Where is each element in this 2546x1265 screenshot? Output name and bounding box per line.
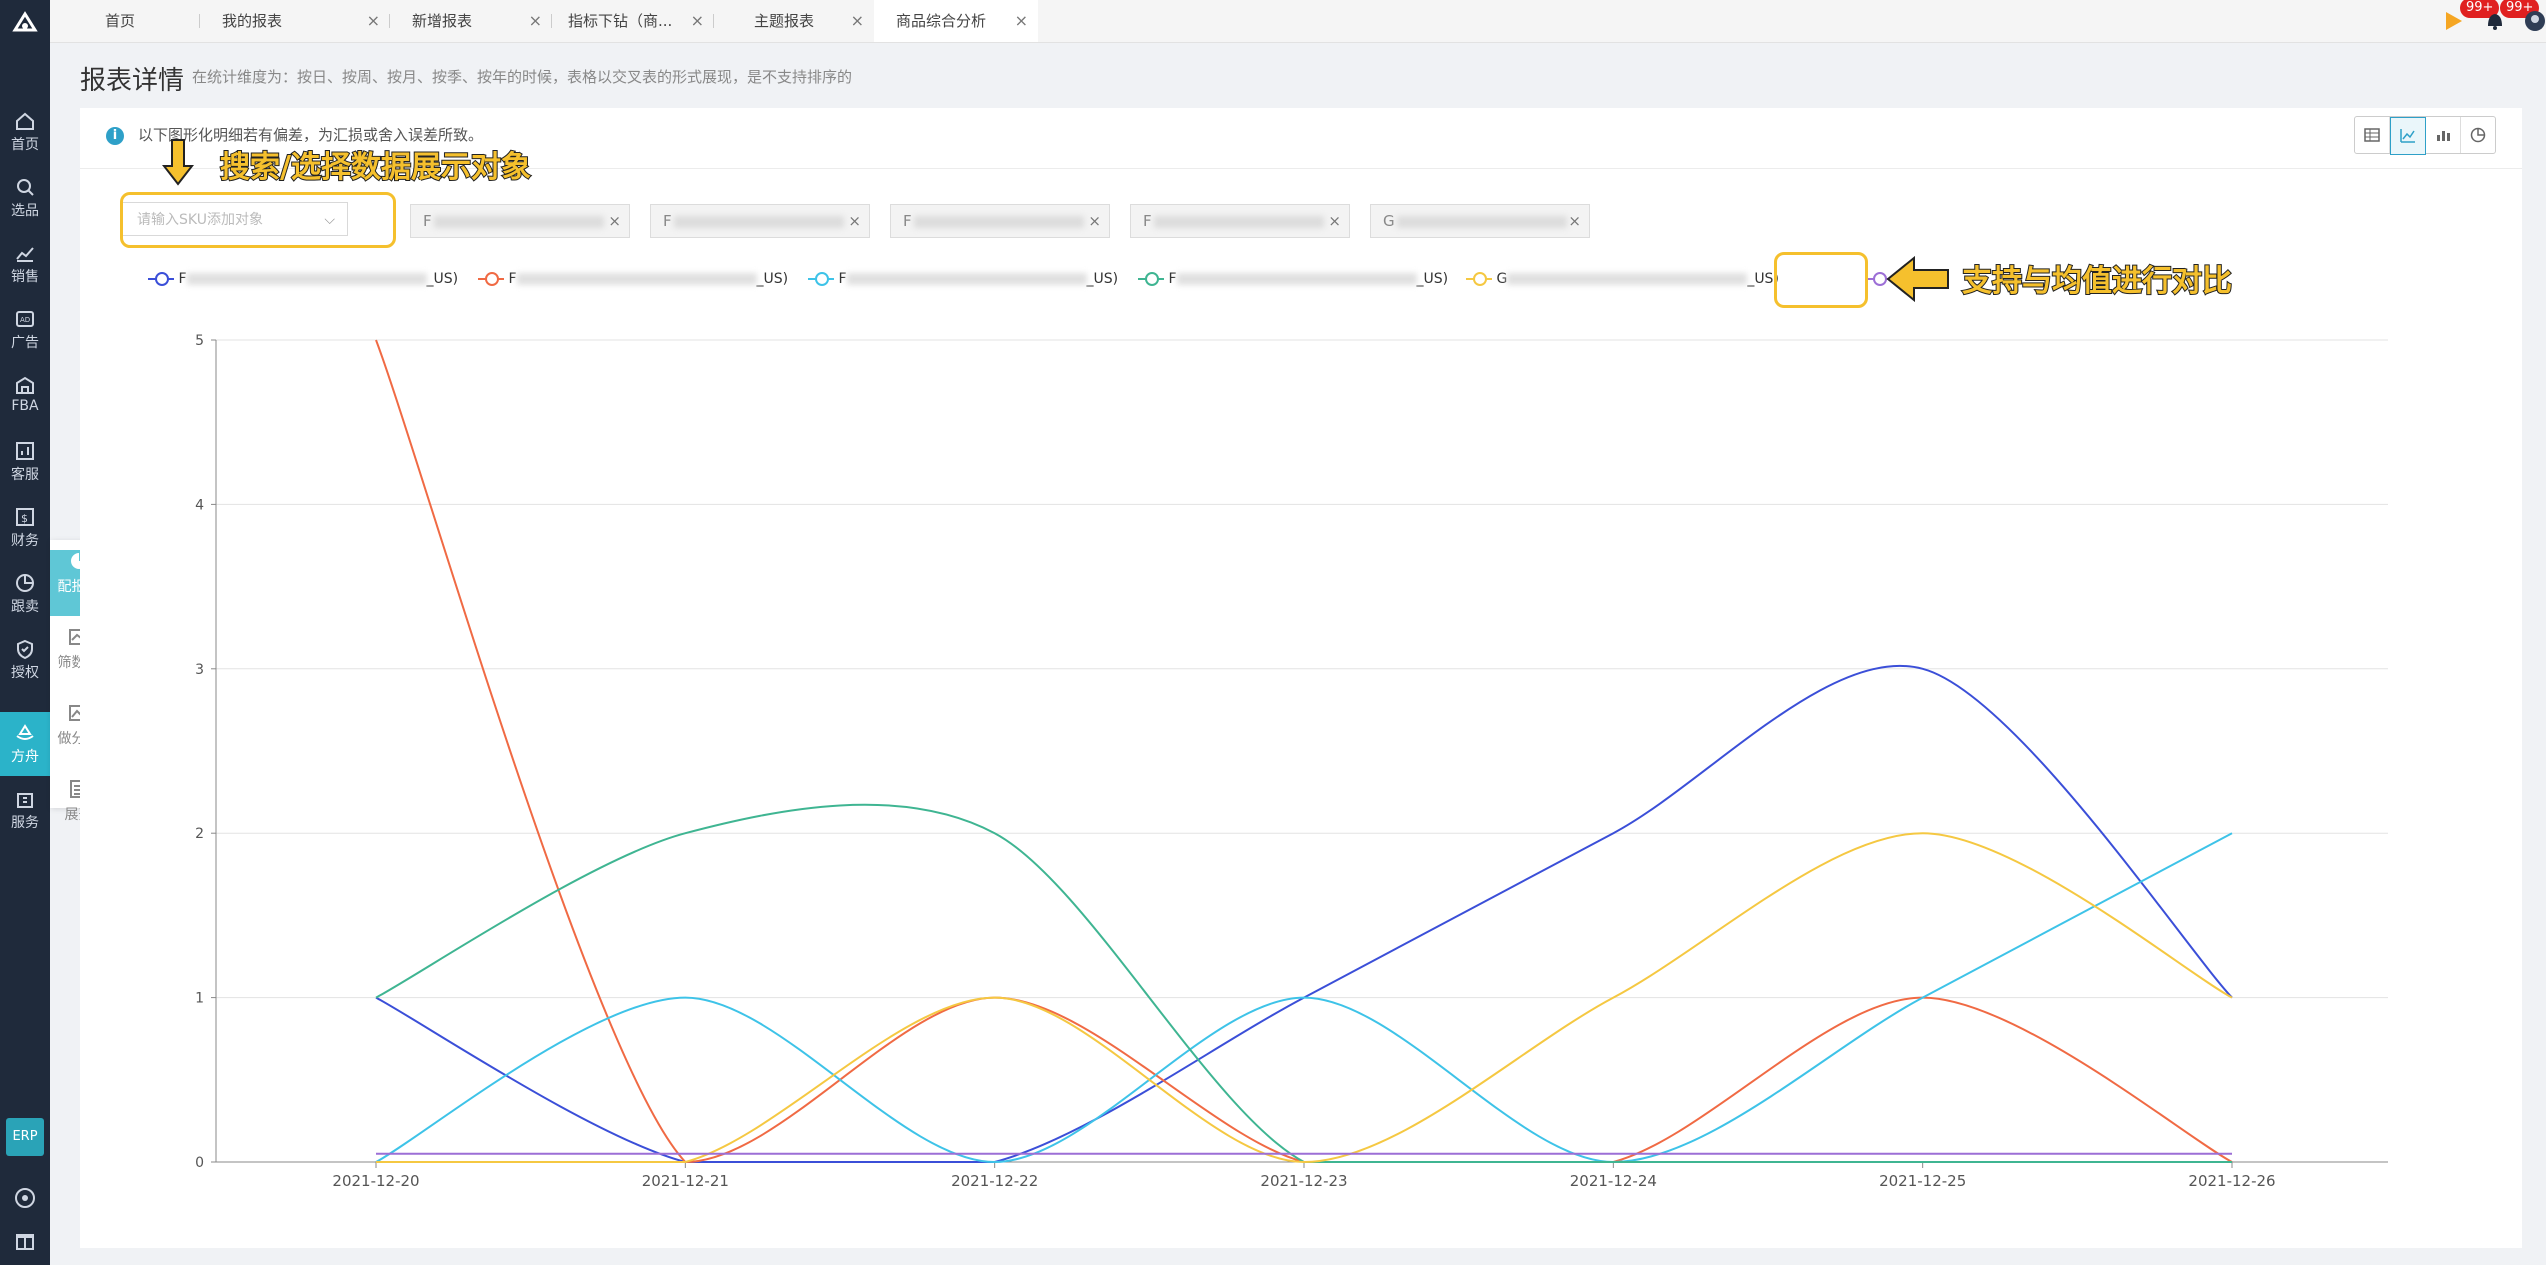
sidebar-item-label: 跟卖 <box>11 599 39 615</box>
home-icon <box>16 112 34 130</box>
building-icon <box>17 793 33 808</box>
tab-label: 商品综合分析 <box>896 12 987 30</box>
sidebar-item[interactable]: FBA <box>0 364 50 422</box>
tab-my-reports[interactable]: 我的报表 × <box>200 0 390 42</box>
sidebar-item-label: 财务 <box>11 533 39 549</box>
sidebar: 首页选品销售 AD 广告 FBA 客服 $ 财务跟卖授权方舟服务 ERP <box>0 0 50 1265</box>
sidebar-item[interactable]: 客服 <box>0 430 50 488</box>
tab-label: 指标下钻（商... <box>568 12 673 30</box>
pie-icon <box>16 574 34 592</box>
tab-label: 首页 <box>105 12 136 30</box>
tab-new-report[interactable]: 新增报表 × <box>390 0 552 42</box>
support-icon[interactable] <box>13 1186 37 1210</box>
page-title: 报表详情 <box>80 66 185 96</box>
close-icon[interactable]: × <box>529 0 542 42</box>
x-tick-label: 2021-12-22 <box>951 1172 1038 1190</box>
search-icon <box>17 179 34 196</box>
sidebar-item[interactable]: 首页 <box>0 100 50 158</box>
x-tick-label: 2021-12-26 <box>2188 1172 2275 1190</box>
report-card: i 以下图形化明细若有偏差，为汇损或舍入误差所致。 请输入SKU添加对象 ⌵ F × … <box>80 108 2522 1248</box>
y-tick-label: 1 <box>195 991 204 1007</box>
tab-label: 主题报表 <box>754 12 815 30</box>
tab-product-analysis[interactable]: 商品综合分析 × <box>874 0 1038 42</box>
tab-drilldown[interactable]: 指标下钻（商... × <box>552 0 714 42</box>
close-icon[interactable]: × <box>367 0 380 42</box>
sidebar-item[interactable]: 服务 <box>0 778 50 836</box>
ad-icon: AD <box>16 311 34 327</box>
erp-button[interactable]: ERP <box>6 1118 44 1156</box>
gift-icon[interactable] <box>13 1228 37 1252</box>
app-logo-icon[interactable] <box>12 10 38 36</box>
sidebar-item-label: 客服 <box>11 467 39 483</box>
svg-text:AD: AD <box>20 316 30 324</box>
y-tick-label: 2 <box>195 826 204 842</box>
x-tick-label: 2021-12-25 <box>1879 1172 1966 1190</box>
close-icon[interactable]: × <box>691 0 704 42</box>
trend-icon <box>16 247 34 262</box>
sidebar-item-label: FBA <box>11 398 39 414</box>
warehouse-icon <box>16 376 34 394</box>
series-line <box>375 665 2233 1163</box>
avatar[interactable] <box>2524 10 2546 32</box>
y-tick-label: 4 <box>195 497 204 513</box>
top-icons: 99+ 99+ <box>2436 0 2546 42</box>
y-tick-label: 5 <box>195 333 204 349</box>
sidebar-item-label: 销售 <box>11 269 39 285</box>
sidebar-item[interactable]: 跟卖 <box>0 562 50 620</box>
dollar-icon: $ <box>16 508 34 526</box>
line-chart: 0 1 2 3 4 5 2021-12-20 2021-12-21 2021-12-22 2021… <box>195 333 2388 1190</box>
sidebar-item-label: 方舟 <box>11 749 39 765</box>
y-tick-label: 0 <box>195 1155 204 1171</box>
sidebar-item[interactable]: $ 财务 <box>0 496 50 554</box>
sidebar-item[interactable]: 销售 <box>0 232 50 290</box>
sidebar-item[interactable]: AD 广告 <box>0 298 50 356</box>
sidebar-item-label: 服务 <box>11 815 39 831</box>
chart-icon <box>16 442 34 460</box>
sidebar-item-label: 首页 <box>11 137 39 153</box>
page-description: 在统计维度为：按日、按周、按月、按季、按年的时候，表格以交叉表的形式展现，是不支… <box>192 68 853 86</box>
close-icon[interactable]: × <box>851 0 864 42</box>
x-tick-label: 2021-12-21 <box>642 1172 729 1190</box>
x-tick-label: 2021-12-23 <box>1260 1172 1347 1190</box>
tab-label: 新增报表 <box>412 12 473 30</box>
x-tick-label: 2021-12-20 <box>332 1172 419 1190</box>
tab-home[interactable]: 首页 <box>50 0 200 42</box>
sidebar-item-label: 授权 <box>11 665 39 681</box>
svg-text:$: $ <box>21 512 28 525</box>
tab-theme-report[interactable]: 主题报表 × <box>714 0 874 42</box>
sidebar-item[interactable]: 选品 <box>0 166 50 224</box>
sidebar-item[interactable]: 授权 <box>0 628 50 686</box>
series-line <box>375 339 2233 1164</box>
x-tick-label: 2021-12-24 <box>1570 1172 1657 1190</box>
sidebar-item[interactable]: 方舟 <box>0 712 50 776</box>
shield-icon <box>17 639 33 660</box>
sidebar-item-label: 选品 <box>11 203 39 219</box>
tab-label: 我的报表 <box>222 12 283 30</box>
y-tick-label: 3 <box>195 662 204 678</box>
ark-icon <box>16 724 34 740</box>
series-line <box>375 803 2232 1163</box>
tab-bar: 首页 我的报表 × 新增报表 × 指标下钻（商... × 主题报表 × 商品综合分析 × … <box>50 0 2546 43</box>
sidebar-item-label: 广告 <box>11 335 39 351</box>
close-icon[interactable]: × <box>1015 0 1028 42</box>
